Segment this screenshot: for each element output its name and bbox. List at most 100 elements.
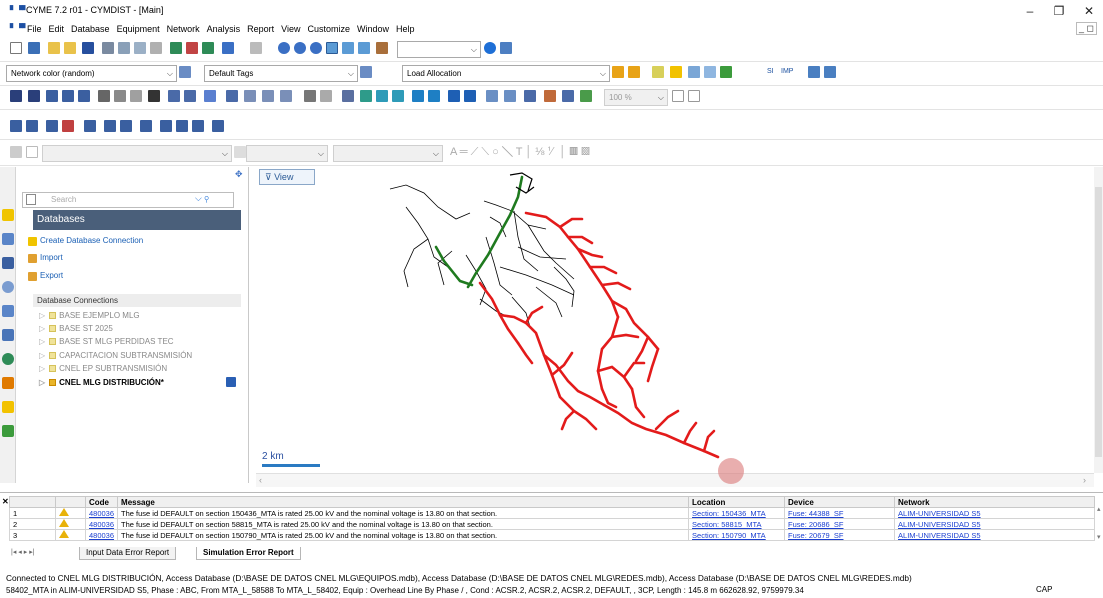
frame-icon[interactable]: [672, 90, 684, 102]
bus-icon[interactable]: [504, 90, 516, 102]
menu-help[interactable]: Help: [393, 23, 419, 35]
zoom-out-icon[interactable]: [310, 42, 322, 54]
line-icon[interactable]: [10, 120, 22, 132]
map-horizontal-scrollbar[interactable]: ‹ ›: [256, 473, 1094, 487]
network-color-select[interactable]: Network color (random) ⌵: [6, 65, 177, 82]
fuse-icon[interactable]: [176, 120, 188, 132]
network-link[interactable]: ALIM-UNIVERSIDAD S5: [898, 509, 981, 518]
frame-2-icon[interactable]: [688, 90, 700, 102]
location-link[interactable]: Section: 150436_MTA: [692, 509, 766, 518]
results-icon[interactable]: [652, 66, 664, 78]
network-browser-icon[interactable]: [2, 257, 14, 269]
connection-item[interactable]: ▷ CAPACITACION SUBTRANSMISIÓN: [39, 351, 192, 360]
capacitor-icon[interactable]: [580, 90, 592, 102]
warning-icon[interactable]: [670, 66, 682, 78]
location-column-header[interactable]: Location: [688, 496, 786, 508]
menu-edit[interactable]: Edit: [46, 23, 69, 35]
sectionalizer-icon[interactable]: [140, 120, 152, 132]
spot-load-icon[interactable]: [562, 90, 574, 102]
window-layout-icon[interactable]: [326, 42, 338, 54]
list-view-icon[interactable]: [26, 194, 36, 205]
find-icon[interactable]: [186, 42, 198, 54]
error-code-link[interactable]: 480036: [89, 509, 114, 518]
imp-units-button[interactable]: IMP: [781, 68, 793, 75]
font-select[interactable]: ⌵: [42, 145, 232, 162]
panel-search-icon[interactable]: ⌵ ⚲: [195, 193, 209, 204]
table-row[interactable]: 1 480036 The fuse id DEFAULT on section …: [9, 507, 1096, 519]
copy-icon[interactable]: [114, 90, 126, 102]
trace-icon[interactable]: [244, 90, 256, 102]
text-tools-icon[interactable]: A ═ ⟋ ⟍ ○ ╲ T │ ⅛ ⅟ │ ▦ ▩: [450, 146, 590, 159]
device-column-header[interactable]: Device: [784, 496, 896, 508]
save-icon[interactable]: [82, 42, 94, 54]
back-icon[interactable]: [170, 42, 182, 54]
network-link[interactable]: ALIM-UNIVERSIDAD S5: [898, 531, 981, 540]
connection-item[interactable]: ▷ CNEL EP SUBTRANSMISIÓN: [39, 364, 167, 373]
report-view-icon[interactable]: [688, 66, 700, 78]
device-icon[interactable]: [46, 90, 58, 102]
format-2-icon[interactable]: [26, 146, 38, 158]
overlay-icon[interactable]: [342, 90, 354, 102]
equipment-icon[interactable]: [2, 233, 14, 245]
chart-icon[interactable]: [720, 66, 732, 78]
print-preview-icon[interactable]: [118, 42, 130, 54]
paste-icon[interactable]: [130, 90, 142, 102]
cable-red-icon[interactable]: [62, 120, 74, 132]
analysis-params-icon[interactable]: [628, 66, 640, 78]
polyline-icon[interactable]: [26, 120, 38, 132]
network-column-header[interactable]: Network: [894, 496, 1096, 508]
open-database-icon[interactable]: [64, 42, 76, 54]
analysis-select[interactable]: Load Allocation ⌵: [402, 65, 610, 82]
generation-icon[interactable]: [392, 90, 404, 102]
restore-button[interactable]: ❐: [1045, 2, 1073, 20]
tab-simulation-error-report[interactable]: Simulation Error Report: [196, 547, 301, 560]
panels-icon[interactable]: [342, 42, 354, 54]
menu-report[interactable]: Report: [244, 23, 278, 35]
connection-item[interactable]: ▷ BASE ST 2025: [39, 324, 113, 333]
import-link[interactable]: Import: [40, 253, 63, 262]
connect-icon[interactable]: [486, 90, 498, 102]
zoom-icon[interactable]: [278, 42, 290, 54]
tile-vertical-icon[interactable]: [824, 66, 836, 78]
forward-icon[interactable]: [202, 42, 214, 54]
tile-horizontal-icon[interactable]: [808, 66, 820, 78]
warnings-panel-icon[interactable]: [2, 401, 14, 413]
regulator-icon[interactable]: [544, 90, 556, 102]
device-link[interactable]: Fuse: 20686_SF: [788, 520, 843, 529]
minimize-button[interactable]: –: [1016, 2, 1044, 20]
phase-icon[interactable]: [360, 90, 372, 102]
menu-network[interactable]: Network: [164, 23, 204, 35]
table-row[interactable]: 3 480036 The fuse id DEFAULT on section …: [9, 529, 1096, 541]
delete-icon[interactable]: [148, 90, 160, 102]
select-icon[interactable]: [204, 90, 216, 102]
format-icon[interactable]: [10, 146, 22, 158]
network-color-settings-icon[interactable]: [179, 66, 191, 78]
error-code-link[interactable]: 480036: [89, 520, 114, 529]
first-icon[interactable]: [448, 90, 460, 102]
load-icon[interactable]: [376, 90, 388, 102]
database-icon[interactable]: [2, 209, 14, 221]
close-button[interactable]: ✕: [1075, 2, 1103, 20]
device-link[interactable]: Fuse: 44388_SF: [788, 509, 843, 518]
zoom-select[interactable]: 100 % ⌵: [604, 89, 668, 106]
location-link[interactable]: Section: 58815_MTA: [692, 520, 762, 529]
print-icon[interactable]: [102, 42, 114, 54]
font-size-select[interactable]: ⌵: [246, 145, 328, 162]
search-icon[interactable]: [484, 42, 496, 54]
menu-database[interactable]: Database: [68, 23, 114, 35]
message-column-header[interactable]: Message: [117, 496, 690, 508]
cable-icon[interactable]: [46, 120, 58, 132]
arrow-right-icon[interactable]: [412, 90, 424, 102]
device-2-icon[interactable]: [62, 90, 74, 102]
table-icon[interactable]: [704, 66, 716, 78]
view-dropdown-button[interactable]: ⊽ View: [259, 169, 315, 185]
transformer-icon[interactable]: [524, 90, 536, 102]
network-protector-icon[interactable]: [212, 120, 224, 132]
breaker-icon[interactable]: [104, 120, 116, 132]
library-icon[interactable]: [376, 42, 388, 54]
network-map[interactable]: [256, 167, 1094, 473]
connection-item[interactable]: ▷ BASE ST MLG PERDIDAS TEC: [39, 337, 174, 346]
export-link[interactable]: Export: [40, 271, 63, 280]
grid-scroll-down-icon[interactable]: ▾: [1097, 533, 1101, 541]
study-icon[interactable]: [2, 329, 14, 341]
